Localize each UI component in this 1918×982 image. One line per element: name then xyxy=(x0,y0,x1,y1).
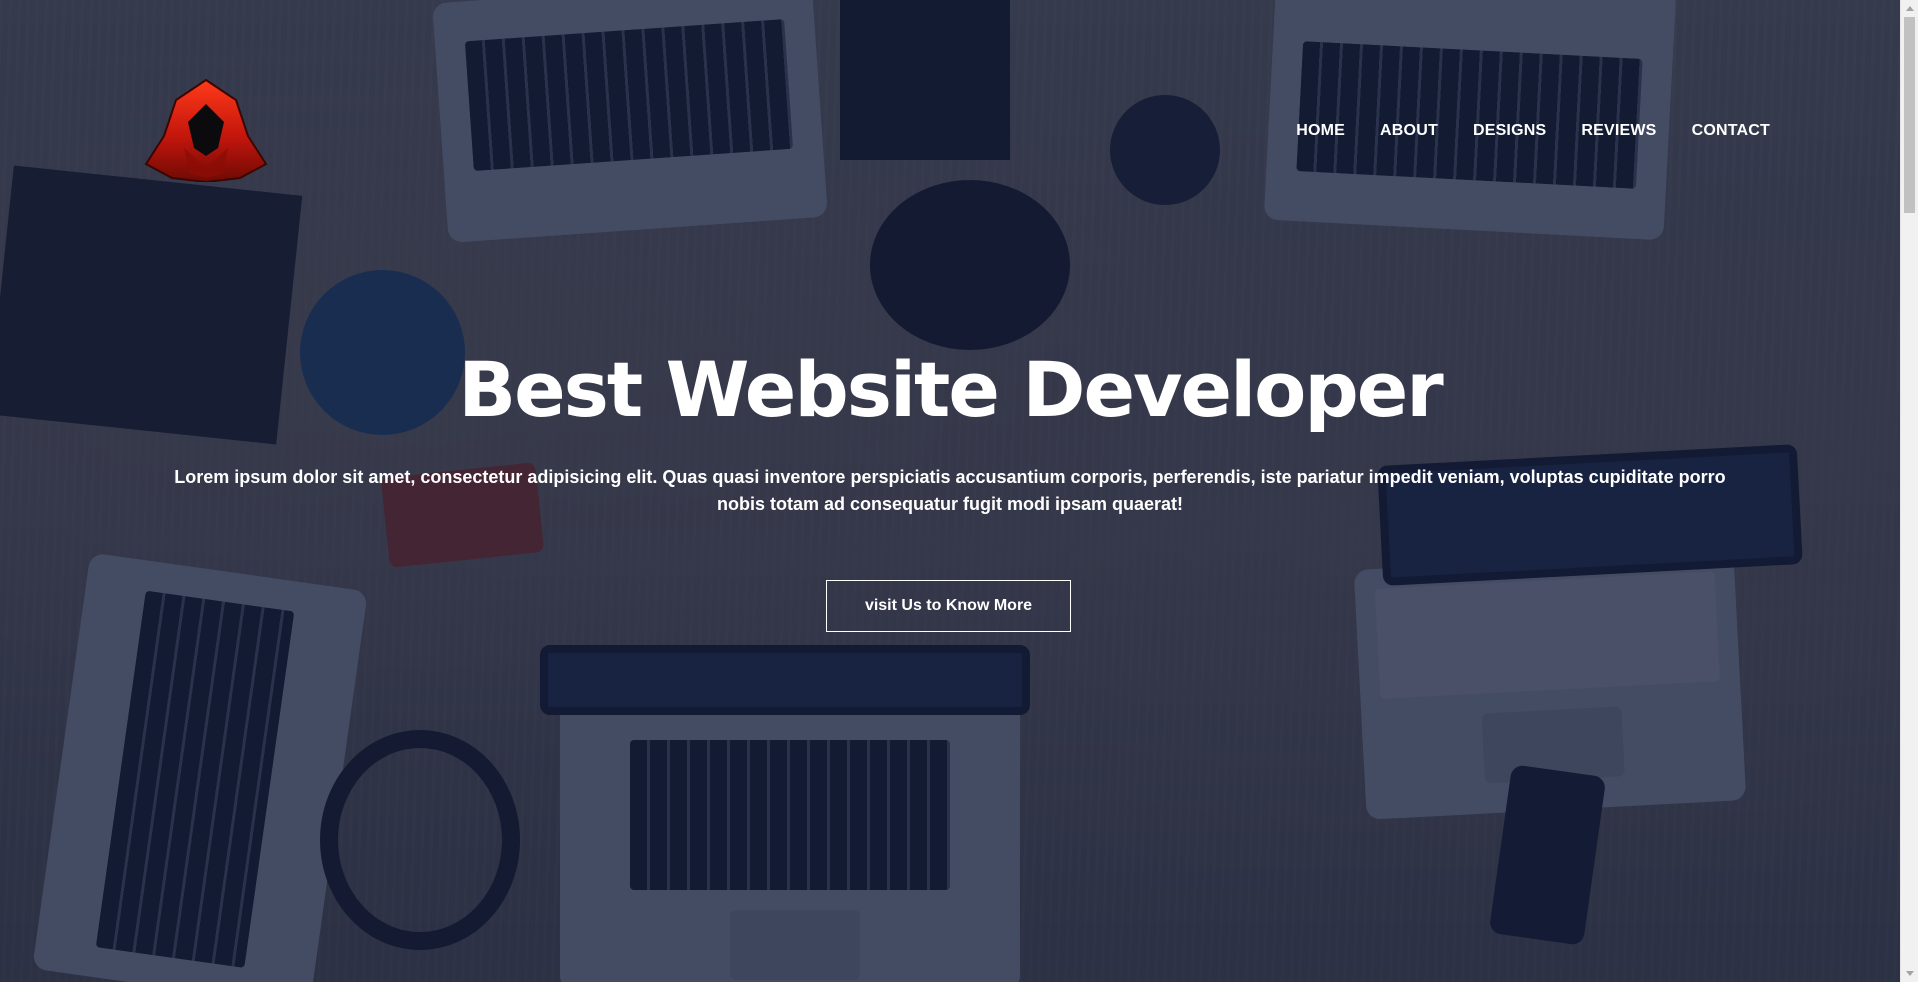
hero-section: HOME ABOUT DESIGNS REVIEWS CONTACT Best … xyxy=(0,0,1900,982)
hooded-figure-icon xyxy=(144,78,268,184)
logo[interactable] xyxy=(144,78,268,184)
scroll-down-button[interactable] xyxy=(1901,965,1918,982)
page-scrollbar[interactable] xyxy=(1900,0,1918,982)
hero-text: Lorem ipsum dolor sit amet, consectetur … xyxy=(174,467,1726,514)
scroll-up-button[interactable] xyxy=(1901,0,1918,17)
nav-reviews[interactable]: REVIEWS xyxy=(1581,122,1656,140)
arrow-up-icon xyxy=(1905,6,1914,11)
nav-home[interactable]: HOME xyxy=(1296,122,1345,140)
hero-title: Best Website Developer xyxy=(458,345,1444,434)
scroll-thumb[interactable] xyxy=(1904,17,1915,213)
nav-designs[interactable]: DESIGNS xyxy=(1473,122,1546,140)
nav-about[interactable]: ABOUT xyxy=(1380,122,1438,140)
arrow-down-icon xyxy=(1905,971,1914,976)
know-more-button[interactable]: visit Us to Know More xyxy=(826,580,1071,632)
main-nav: HOME ABOUT DESIGNS REVIEWS CONTACT xyxy=(1296,122,1770,140)
nav-contact[interactable]: CONTACT xyxy=(1692,122,1770,140)
